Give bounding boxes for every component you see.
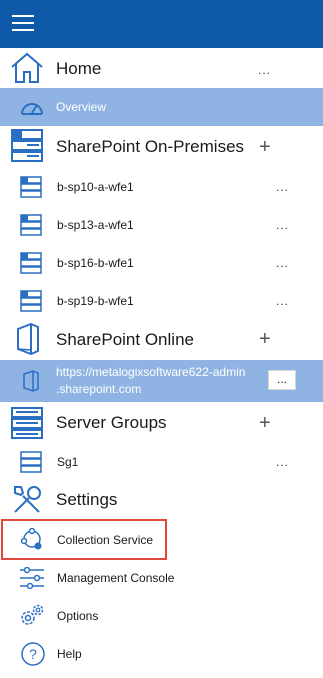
- speedometer-icon: [21, 103, 43, 115]
- server-label: b-sp16-b-wfe1: [57, 256, 134, 270]
- tenant-more-button[interactable]: ...: [268, 370, 296, 390]
- settings-item-label: Management Console: [57, 571, 175, 585]
- server-group-icon: [11, 407, 43, 439]
- server-icon: [20, 214, 42, 236]
- server-item[interactable]: b-sp13-a-wfe1 ...: [0, 206, 323, 244]
- settings-item-help[interactable]: ? Help: [0, 635, 323, 673]
- nav-settings-label: Settings: [56, 490, 118, 509]
- server-label: b-sp13-a-wfe1: [57, 218, 134, 232]
- gears-icon: [21, 604, 44, 625]
- server-stack-icon: [11, 129, 43, 162]
- home-icon: [11, 52, 43, 83]
- server-label: b-sp19-b-wfe1: [57, 294, 134, 308]
- office-icon: [17, 323, 39, 355]
- server-more-button[interactable]: ...: [276, 294, 289, 308]
- nav-server-groups-label: Server Groups: [56, 413, 167, 432]
- home-more-button[interactable]: ...: [258, 63, 271, 77]
- nav-sharepoint-on-premises-label: SharePoint On-Premises: [56, 137, 245, 156]
- top-bar: [0, 0, 323, 48]
- hamburger-icon[interactable]: [12, 15, 34, 31]
- sliders-icon: [20, 567, 44, 589]
- add-server-group-button[interactable]: +: [259, 413, 271, 433]
- nav-sharepoint-on-premises[interactable]: SharePoint On-Premises +: [0, 127, 323, 165]
- settings-item-options[interactable]: Options: [0, 597, 323, 635]
- nav-settings[interactable]: Settings: [0, 481, 323, 519]
- nav-sharepoint-online-label: SharePoint Online: [56, 330, 194, 349]
- add-on-premises-button[interactable]: +: [259, 137, 271, 157]
- office-icon: [23, 370, 39, 392]
- tools-icon: [14, 486, 41, 513]
- nav-server-groups[interactable]: Server Groups +: [0, 404, 323, 442]
- server-icon: [20, 252, 42, 274]
- nav-home-label: Home: [56, 59, 102, 78]
- help-icon: ?: [21, 642, 45, 666]
- server-icon: [20, 176, 42, 198]
- server-group-item[interactable]: Sg1 ...: [0, 443, 323, 481]
- server-group-icon: [20, 451, 42, 473]
- server-more-button[interactable]: ...: [276, 256, 289, 270]
- server-group-more-button[interactable]: ...: [276, 455, 289, 469]
- server-label: b-sp10-a-wfe1: [57, 180, 134, 194]
- tenant-item[interactable]: https://metalogixsoftware622-admin .shar…: [0, 360, 323, 402]
- tenant-url-line1: https://metalogixsoftware622-admin: [56, 365, 246, 379]
- nav-sharepoint-online[interactable]: SharePoint Online +: [0, 320, 323, 358]
- settings-item-label: Help: [57, 647, 82, 661]
- svg-text:?: ?: [29, 646, 37, 662]
- settings-item-label: Options: [57, 609, 99, 623]
- nav-overview-label: Overview: [56, 100, 107, 114]
- server-item[interactable]: b-sp19-b-wfe1 ...: [0, 282, 323, 320]
- server-more-button[interactable]: ...: [276, 180, 289, 194]
- nav-overview[interactable]: Overview: [0, 88, 323, 126]
- nav-home[interactable]: Home ...: [0, 50, 323, 88]
- tenant-url-line2: .sharepoint.com: [56, 382, 142, 396]
- server-item[interactable]: b-sp16-b-wfe1 ...: [0, 244, 323, 282]
- highlight-box: [1, 519, 167, 560]
- server-item[interactable]: b-sp10-a-wfe1 ...: [0, 168, 323, 206]
- server-group-label: Sg1: [57, 455, 79, 469]
- settings-item-management-console[interactable]: Management Console: [0, 559, 323, 597]
- add-online-tenant-button[interactable]: +: [259, 329, 271, 349]
- server-icon: [20, 290, 42, 312]
- server-more-button[interactable]: ...: [276, 218, 289, 232]
